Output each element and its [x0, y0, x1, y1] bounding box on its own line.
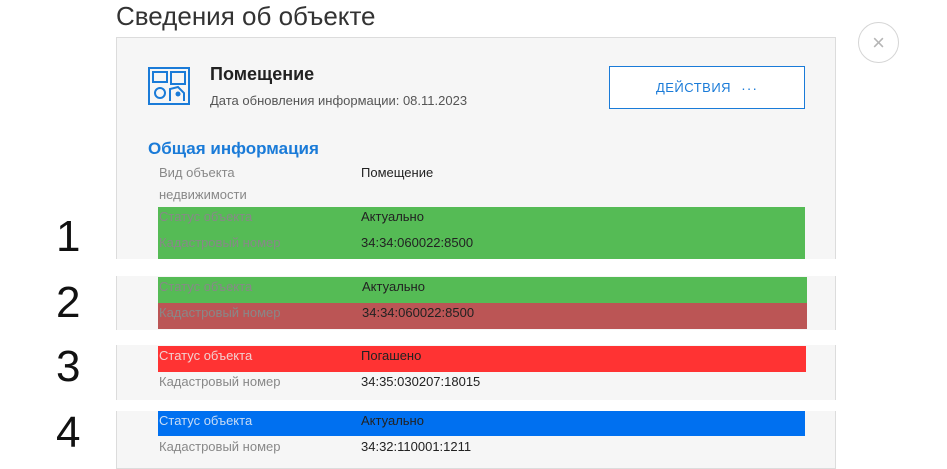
- variant-4-status-highlight: [158, 411, 805, 436]
- cadastral-value: 34:35:030207:18015: [361, 374, 481, 389]
- status-value: Погашено: [361, 348, 422, 363]
- separator: [116, 330, 836, 345]
- cadastral-label: Кадастровый номер: [159, 235, 281, 250]
- actions-button[interactable]: ДЕЙСТВИЯ ···: [609, 66, 805, 109]
- cadastral-label: Кадастровый номер: [159, 374, 281, 389]
- object-type-label-line2: недвижимости: [159, 187, 247, 202]
- cadastral-label: Кадастровый номер: [159, 305, 281, 320]
- variant-3-status-highlight: [158, 346, 806, 372]
- update-date: Дата обновления информации: 08.11.2023: [210, 93, 468, 108]
- page-title: Сведения об объекте: [116, 1, 376, 31]
- variant-2-status-highlight: [158, 277, 807, 303]
- cadastral-value: 34:32:110001:1211: [361, 439, 472, 454]
- variant-number: 1: [56, 212, 81, 261]
- status-value: Актуально: [361, 209, 424, 224]
- status-label: Статус объекта: [159, 413, 253, 428]
- more-icon: ···: [741, 79, 759, 96]
- cadastral-value: 34:34:060022:8500: [362, 305, 475, 320]
- separator: [116, 259, 836, 276]
- variant-number: 4: [56, 408, 81, 457]
- status-label: Статус объекта: [159, 209, 253, 224]
- close-button[interactable]: ×: [858, 22, 899, 63]
- cadastral-label: Кадастровый номер: [159, 439, 281, 454]
- status-label: Статус объекта: [159, 348, 253, 363]
- object-name: Помещение: [210, 64, 315, 84]
- section-title: Общая информация: [148, 139, 319, 158]
- variant-number: 3: [56, 342, 81, 391]
- actions-label: ДЕЙСТВИЯ: [655, 80, 732, 95]
- object-type-label-line1: Вид объекта: [159, 165, 235, 180]
- close-icon: ×: [872, 29, 885, 55]
- room-plan-icon: [148, 67, 190, 105]
- status-value: Актуально: [362, 279, 425, 294]
- variant-number: 2: [56, 278, 81, 327]
- object-type-value: Помещение: [361, 165, 434, 180]
- status-label: Статус объекта: [159, 279, 253, 294]
- cadastral-value: 34:34:060022:8500: [361, 235, 474, 250]
- status-value: Актуально: [361, 413, 424, 428]
